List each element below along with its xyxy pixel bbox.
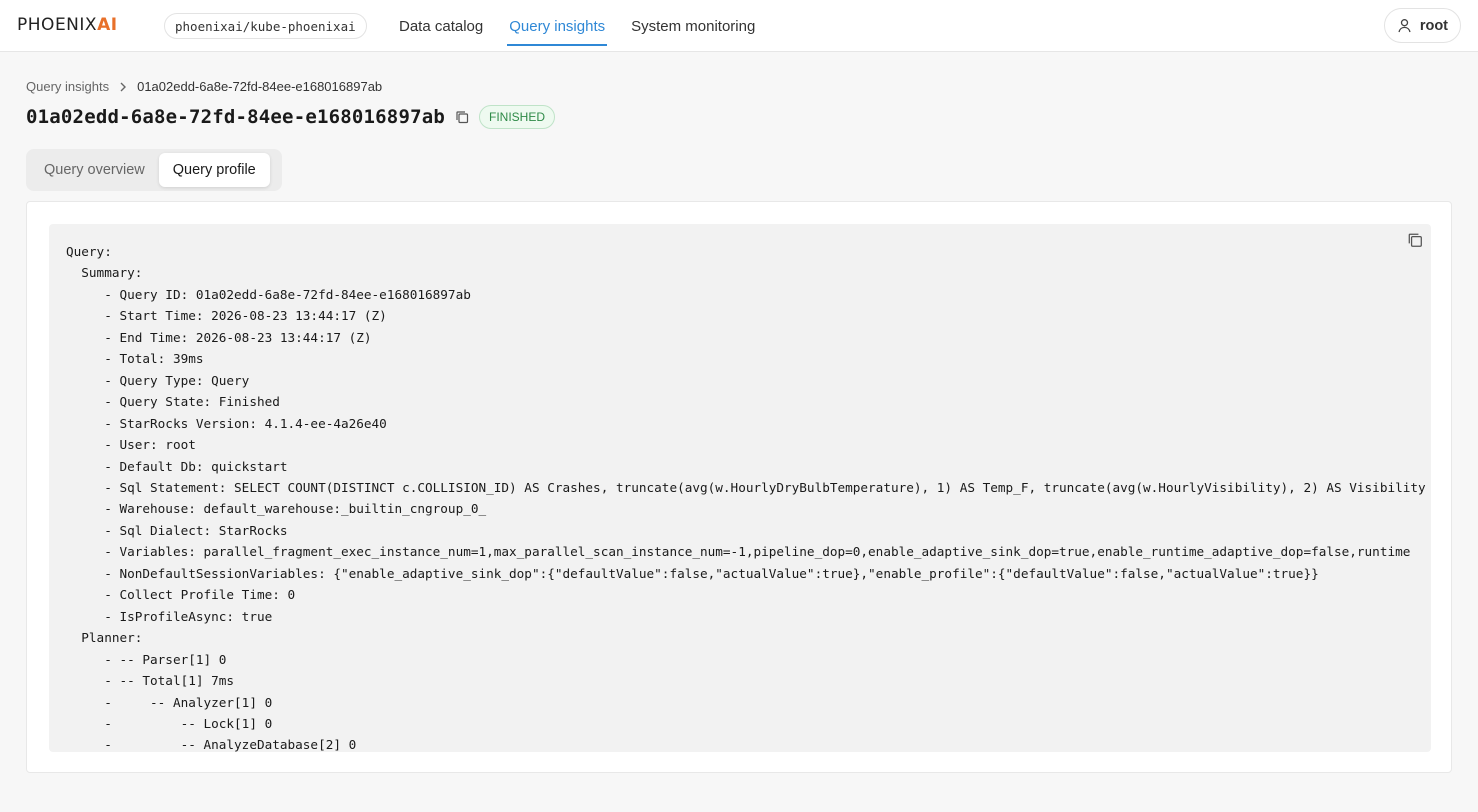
user-icon — [1398, 19, 1411, 33]
profile-line: Planner: — [66, 630, 143, 646]
profile-line: - -- Total[1] 7ms — [66, 673, 235, 689]
nav-data-catalog[interactable]: Data catalog — [399, 0, 483, 52]
profile-line: - Variables: parallel_fragment_exec_inst… — [66, 544, 1411, 560]
profile-line: - StarRocks Version: 4.1.4-ee-4a26e40 — [66, 415, 387, 431]
profile-line: - User: root — [66, 437, 196, 453]
profile-line: - Collect Profile Time: 0 — [66, 587, 296, 603]
tab-bar: Query overview Query profile — [26, 149, 282, 191]
main-nav: Data catalog Query insights System monit… — [399, 0, 781, 52]
phoenixai-logo[interactable]: PH O ENI X AI — [17, 15, 118, 35]
breadcrumb: Query insights 01a02edd-6a8e-72fd-84ee-e… — [26, 79, 382, 94]
logo-text-eni: ENI — [54, 15, 85, 35]
profile-line: Query: — [66, 244, 112, 259]
title-row: 01a02edd-6a8e-72fd-84ee-e168016897ab FIN… — [26, 104, 556, 130]
profile-line: - IsProfileAsync: true — [66, 608, 273, 624]
profile-line: - Query State: Finished — [66, 394, 280, 410]
tab-query-profile[interactable]: Query profile — [158, 153, 270, 187]
profile-line: - Query Type: Query — [66, 372, 250, 388]
breadcrumb-current: 01a02edd-6a8e-72fd-84ee-e168016897ab — [137, 79, 383, 94]
profile-line: - End Time: 2026-08-23 13:44:17 (Z) — [66, 329, 372, 345]
profile-text: Query: Summary: - Query ID: 01a02edd-6a8… — [66, 241, 1426, 752]
chevron-right-icon — [119, 82, 127, 92]
user-name: root — [1419, 17, 1448, 34]
cluster-selector[interactable]: phoenixai/kube-phoenixai — [164, 13, 367, 39]
profile-line: - Sql Statement: SELECT COUNT(DISTINCT c… — [66, 479, 1426, 495]
logo-text-o: O — [41, 15, 55, 35]
nav-query-insights[interactable]: Query insights — [507, 0, 607, 52]
profile-line: - Start Time: 2026-08-23 13:44:17 (Z) — [66, 308, 387, 324]
profile-line: - Sql Dialect: StarRocks — [66, 522, 288, 538]
profile-code-block[interactable]: Query: Summary: - Query ID: 01a02edd-6a8… — [49, 224, 1431, 752]
top-bar: PH O ENI X AI phoenixai/kube-phoenixai Data … — [0, 0, 1478, 52]
user-menu-button[interactable]: root — [1383, 8, 1461, 43]
profile-line: - Warehouse: default_warehouse:_builtin_… — [66, 501, 487, 517]
logo-text-ph: PH — [17, 15, 42, 35]
profile-line: - -- Parser[1] 0 — [66, 651, 227, 667]
profile-line: - NonDefaultSessionVariables: {"enable_a… — [66, 565, 1319, 581]
profile-line: - -- Lock[1] 0 — [66, 715, 273, 731]
profile-line: - Query ID: 01a02edd-6a8e-72fd-84ee-e168… — [66, 286, 471, 302]
logo-text-x: X — [84, 15, 98, 35]
profile-line: - Default Db: quickstart — [66, 458, 288, 474]
tab-query-overview[interactable]: Query overview — [30, 153, 159, 187]
profile-line: - Total: 39ms — [66, 351, 204, 367]
profile-line: - -- AnalyzeDatabase[2] 0 — [66, 737, 357, 752]
page-title: 01a02edd-6a8e-72fd-84ee-e168016897ab — [26, 106, 446, 128]
logo-text-ai: AI — [97, 15, 118, 35]
profile-line: Summary: — [66, 265, 143, 281]
nav-system-monitoring[interactable]: System monitoring — [631, 0, 755, 52]
breadcrumb-query-insights[interactable]: Query insights — [26, 79, 109, 94]
profile-line: - -- Analyzer[1] 0 — [66, 694, 273, 710]
status-badge: FINISHED — [479, 105, 556, 129]
copy-icon[interactable] — [455, 110, 469, 124]
query-profile-card: Query: Summary: - Query ID: 01a02edd-6a8… — [26, 201, 1452, 773]
